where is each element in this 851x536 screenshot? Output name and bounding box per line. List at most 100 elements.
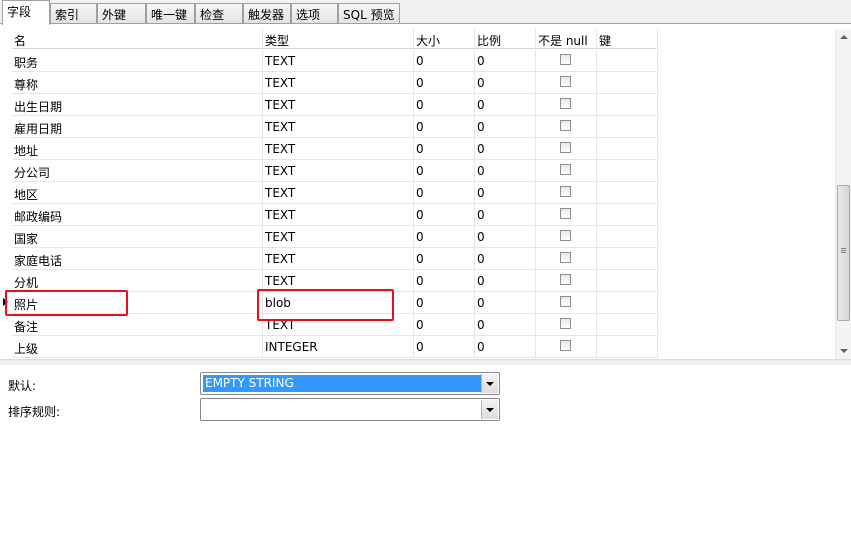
column-header-size[interactable]: 大小 xyxy=(414,29,475,49)
column-header-scale[interactable]: 比例 xyxy=(475,29,536,49)
field-scale-cell[interactable]: 0 xyxy=(475,94,536,116)
table-row[interactable]: 邮政编码 TEXT 0 0 xyxy=(0,204,658,226)
not-null-checkbox[interactable] xyxy=(560,142,571,153)
default-value-combobox[interactable]: EMPTY STRING xyxy=(200,372,500,395)
column-header-not-null[interactable]: 不是 null xyxy=(536,29,597,49)
field-scale-cell[interactable]: 0 xyxy=(475,72,536,94)
field-name-cell[interactable]: 备注 xyxy=(12,314,263,336)
field-size-cell[interactable]: 0 xyxy=(414,116,475,138)
panel-splitter[interactable] xyxy=(0,359,851,365)
field-type-cell[interactable]: TEXT xyxy=(263,160,414,182)
field-scale-cell[interactable]: 0 xyxy=(475,336,536,358)
not-null-checkbox[interactable] xyxy=(560,230,571,241)
default-value-selected[interactable]: EMPTY STRING xyxy=(203,375,481,392)
tab-indexes[interactable]: 索引 xyxy=(50,3,97,23)
table-row[interactable]: 上级 INTEGER 0 0 xyxy=(0,336,658,358)
field-name-cell[interactable]: 国家 xyxy=(12,226,263,248)
field-scale-cell[interactable]: 0 xyxy=(475,270,536,292)
tab-sql-preview[interactable]: SQL 预览 xyxy=(338,3,400,23)
field-size-cell[interactable]: 0 xyxy=(414,50,475,72)
not-null-checkbox[interactable] xyxy=(560,208,571,219)
field-name-cell[interactable]: 分公司 xyxy=(12,160,263,182)
table-row[interactable]: 地区 TEXT 0 0 xyxy=(0,182,658,204)
field-size-cell[interactable]: 0 xyxy=(414,226,475,248)
tab-checks[interactable]: 检查 xyxy=(195,3,243,23)
field-scale-cell[interactable]: 0 xyxy=(475,292,536,314)
not-null-checkbox[interactable] xyxy=(560,164,571,175)
tab-triggers[interactable]: 触发器 xyxy=(243,3,291,23)
field-size-cell[interactable]: 0 xyxy=(414,72,475,94)
vertical-scrollbar[interactable] xyxy=(835,29,851,359)
field-type-cell[interactable]: TEXT xyxy=(263,138,414,160)
not-null-checkbox[interactable] xyxy=(560,76,571,87)
field-type-cell[interactable]: TEXT xyxy=(263,226,414,248)
field-name-cell[interactable]: 上级 xyxy=(12,336,263,358)
key-cell[interactable] xyxy=(597,336,658,358)
tab-fields[interactable]: 字段 xyxy=(2,0,50,25)
field-type-cell[interactable]: TEXT xyxy=(263,94,414,116)
not-null-checkbox[interactable] xyxy=(560,98,571,109)
column-header-type[interactable]: 类型 xyxy=(263,29,414,49)
field-size-cell[interactable]: 0 xyxy=(414,270,475,292)
field-type-cell[interactable]: TEXT xyxy=(263,116,414,138)
key-cell[interactable] xyxy=(597,72,658,94)
tab-options[interactable]: 选项 xyxy=(291,3,338,23)
field-type-cell[interactable]: TEXT xyxy=(263,50,414,72)
field-type-cell[interactable]: TEXT xyxy=(263,204,414,226)
field-name-cell[interactable]: 地址 xyxy=(12,138,263,160)
table-row[interactable]: 分公司 TEXT 0 0 xyxy=(0,160,658,182)
not-null-checkbox[interactable] xyxy=(560,252,571,263)
not-null-checkbox[interactable] xyxy=(560,54,571,65)
table-row[interactable]: 国家 TEXT 0 0 xyxy=(0,226,658,248)
key-cell[interactable] xyxy=(597,182,658,204)
field-name-cell[interactable]: 雇用日期 xyxy=(12,116,263,138)
field-name-cell[interactable]: 职务 xyxy=(12,50,263,72)
field-scale-cell[interactable]: 0 xyxy=(475,248,536,270)
key-cell[interactable] xyxy=(597,116,658,138)
key-cell[interactable] xyxy=(597,94,658,116)
table-row[interactable]: 家庭电话 TEXT 0 0 xyxy=(0,248,658,270)
tab-unique-keys[interactable]: 唯一键 xyxy=(146,3,195,23)
table-row[interactable]: 出生日期 TEXT 0 0 xyxy=(0,94,658,116)
field-scale-cell[interactable]: 0 xyxy=(475,138,536,160)
scroll-up-arrow-icon[interactable] xyxy=(840,35,848,39)
column-header-name[interactable]: 名 xyxy=(12,29,263,49)
field-size-cell[interactable]: 0 xyxy=(414,94,475,116)
table-row[interactable]: 雇用日期 TEXT 0 0 xyxy=(0,116,658,138)
not-null-checkbox[interactable] xyxy=(560,274,571,285)
table-row[interactable]: 职务 TEXT 0 0 xyxy=(0,50,658,72)
field-scale-cell[interactable]: 0 xyxy=(475,226,536,248)
field-size-cell[interactable]: 0 xyxy=(414,248,475,270)
field-size-cell[interactable]: 0 xyxy=(414,204,475,226)
tab-foreign-keys[interactable]: 外键 xyxy=(97,3,146,23)
field-type-cell[interactable]: TEXT xyxy=(263,72,414,94)
field-name-cell[interactable]: 分机 xyxy=(12,270,263,292)
field-name-cell[interactable]: 尊称 xyxy=(12,72,263,94)
column-header-key[interactable]: 键 xyxy=(597,29,658,49)
field-scale-cell[interactable]: 0 xyxy=(475,314,536,336)
key-cell[interactable] xyxy=(597,270,658,292)
field-size-cell[interactable]: 0 xyxy=(414,182,475,204)
key-cell[interactable] xyxy=(597,292,658,314)
field-scale-cell[interactable]: 0 xyxy=(475,116,536,138)
field-type-cell[interactable]: TEXT xyxy=(263,182,414,204)
collation-combobox[interactable] xyxy=(200,398,500,421)
key-cell[interactable] xyxy=(597,248,658,270)
not-null-checkbox[interactable] xyxy=(560,340,571,351)
default-dropdown-button[interactable] xyxy=(481,374,498,393)
not-null-checkbox[interactable] xyxy=(560,120,571,131)
field-scale-cell[interactable]: 0 xyxy=(475,204,536,226)
key-cell[interactable] xyxy=(597,204,658,226)
key-cell[interactable] xyxy=(597,226,658,248)
field-name-cell[interactable]: 出生日期 xyxy=(12,94,263,116)
field-scale-cell[interactable]: 0 xyxy=(475,160,536,182)
field-size-cell[interactable]: 0 xyxy=(414,314,475,336)
field-size-cell[interactable]: 0 xyxy=(414,160,475,182)
field-size-cell[interactable]: 0 xyxy=(414,292,475,314)
field-type-cell[interactable]: TEXT xyxy=(263,248,414,270)
scroll-down-arrow-icon[interactable] xyxy=(840,349,848,353)
field-size-cell[interactable]: 0 xyxy=(414,336,475,358)
field-scale-cell[interactable]: 0 xyxy=(475,50,536,72)
table-row[interactable]: 地址 TEXT 0 0 xyxy=(0,138,658,160)
key-cell[interactable] xyxy=(597,160,658,182)
